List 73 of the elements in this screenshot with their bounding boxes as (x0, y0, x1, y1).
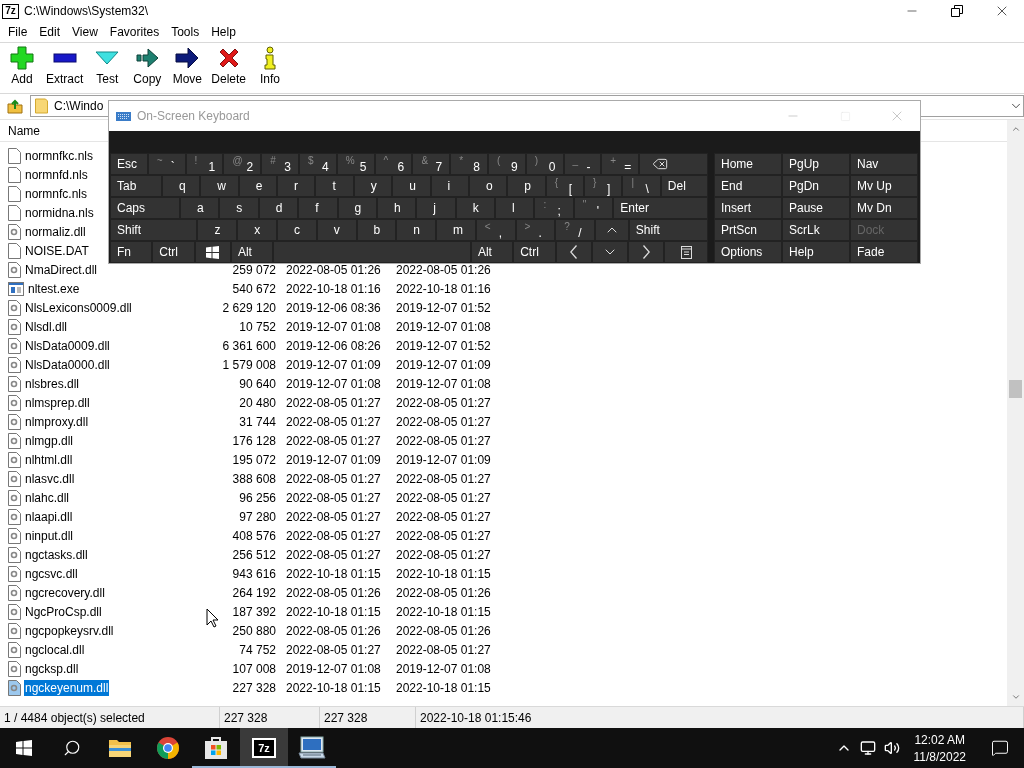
size-cell-text: 176 128 (231, 433, 276, 448)
created-cell-text: 2019-12-07 01:09 (396, 452, 492, 467)
modified-cell-text: 2022-10-18 01:15 (286, 566, 382, 581)
modified-cell-text: 2019-12-06 08:36 (286, 300, 382, 315)
created-cell-text: 2022-10-18 01:15 (396, 566, 492, 581)
modified-cell-text: 2019-12-06 08:26 (286, 338, 382, 353)
modified-cell-text: 2022-08-05 01:26 (286, 623, 382, 638)
size-cell-text: 31 744 (238, 414, 276, 429)
created-cell-text: 2022-08-05 01:27 (396, 490, 492, 505)
created-cell-text: 2022-08-05 01:26 (396, 585, 492, 600)
size-cell-text: 74 752 (238, 642, 276, 657)
modified-cell-text: 2019-12-07 01:08 (286, 376, 382, 391)
created-cell-text: 2022-08-05 01:27 (396, 395, 492, 410)
size-cell-text: 6 361 600 (221, 338, 276, 353)
size-cell-text: 408 576 (231, 528, 276, 543)
modified-cell-text: 2019-12-07 01:08 (286, 319, 382, 334)
modified-cell-text: 2022-10-18 01:16 (286, 281, 382, 296)
app-logo-icon: 7z (2, 3, 19, 19)
created-cell-text: 2022-08-05 01:27 (396, 414, 492, 429)
created-cell-text: 2019-12-07 01:52 (396, 300, 492, 315)
size-cell-text: 264 192 (231, 585, 276, 600)
created-cell-text: 2022-08-05 01:27 (396, 528, 492, 543)
created-cell-text: 2022-08-05 01:27 (396, 471, 492, 486)
size-cell-text: 250 880 (231, 623, 276, 638)
size-cell-text: 256 512 (231, 547, 276, 562)
size-cell-text: 20 480 (238, 395, 276, 410)
modified-cell-text: 2022-08-05 01:27 (286, 528, 382, 543)
modified-cell-text: 2022-08-05 01:27 (286, 490, 382, 505)
modified-cell-text: 2022-08-05 01:26 (286, 262, 382, 277)
size-cell-text: 96 256 (238, 490, 276, 505)
modified-cell-text: 2022-08-05 01:27 (286, 642, 382, 657)
modified-cell-text: 2019-12-07 01:08 (286, 661, 382, 676)
created-cell-text: 2022-10-18 01:15 (396, 680, 492, 695)
size-cell-text: 107 008 (231, 661, 276, 676)
created-cell-text: 2022-08-05 01:27 (396, 433, 492, 448)
size-cell-text: 227 328 (231, 680, 276, 695)
created-cell-text: 2022-08-05 01:26 (396, 623, 492, 638)
size-cell-text: 388 608 (231, 471, 276, 486)
created-cell-text: 2022-08-05 01:27 (396, 509, 492, 524)
modified-cell-text: 2022-08-05 01:27 (286, 471, 382, 486)
modified-cell-text: 2022-08-05 01:26 (286, 585, 382, 600)
size-cell-text: 90 640 (238, 376, 276, 391)
size-cell-text: 10 752 (238, 319, 276, 334)
size-cell-text: 187 392 (231, 604, 276, 619)
created-cell-text: 2019-12-07 01:52 (396, 338, 492, 353)
created-cell-text: 2019-12-07 01:08 (396, 319, 492, 334)
modified-cell-text: 2019-12-07 01:09 (286, 357, 382, 372)
window-title: C:\Windows\System32\ (24, 4, 150, 18)
archiver-logo-icon: 7z (252, 738, 276, 758)
modified-cell-text: 2019-12-07 01:09 (286, 452, 382, 467)
modified-cell-text: 2022-10-18 01:15 (286, 680, 382, 695)
size-cell-text: 943 616 (231, 566, 276, 581)
size-cell-text: 1 579 008 (221, 357, 276, 372)
created-cell-text: 2019-12-07 01:08 (396, 376, 492, 391)
modified-cell-text: 2022-10-18 01:15 (286, 604, 382, 619)
size-cell-text: 2 629 120 (221, 300, 276, 315)
created-cell-text: 2019-12-07 01:09 (396, 357, 492, 372)
created-cell-text: 2022-08-05 01:27 (396, 547, 492, 562)
modified-cell-text: 2022-08-05 01:27 (286, 509, 382, 524)
modified-cell-text: 2022-08-05 01:27 (286, 433, 382, 448)
created-cell-text: 2019-12-07 01:08 (396, 661, 492, 676)
created-cell-text: 2022-08-05 01:26 (396, 262, 492, 277)
size-cell-text: 259 072 (231, 262, 276, 277)
created-cell-text: 2022-10-18 01:16 (396, 281, 492, 296)
size-cell-text: 195 072 (231, 452, 276, 467)
modified-cell-text: 2022-08-05 01:27 (286, 395, 382, 410)
created-cell-text: 2022-08-05 01:27 (396, 642, 492, 657)
created-cell-text: 2022-10-18 01:15 (396, 604, 492, 619)
modified-cell-text: 2022-08-05 01:27 (286, 414, 382, 429)
keyboard-window-title: On-Screen Keyboard (137, 109, 251, 123)
modified-cell-text: 2022-08-05 01:27 (286, 547, 382, 562)
size-cell-text: 97 280 (238, 509, 276, 524)
size-cell-text: 540 672 (231, 281, 276, 296)
